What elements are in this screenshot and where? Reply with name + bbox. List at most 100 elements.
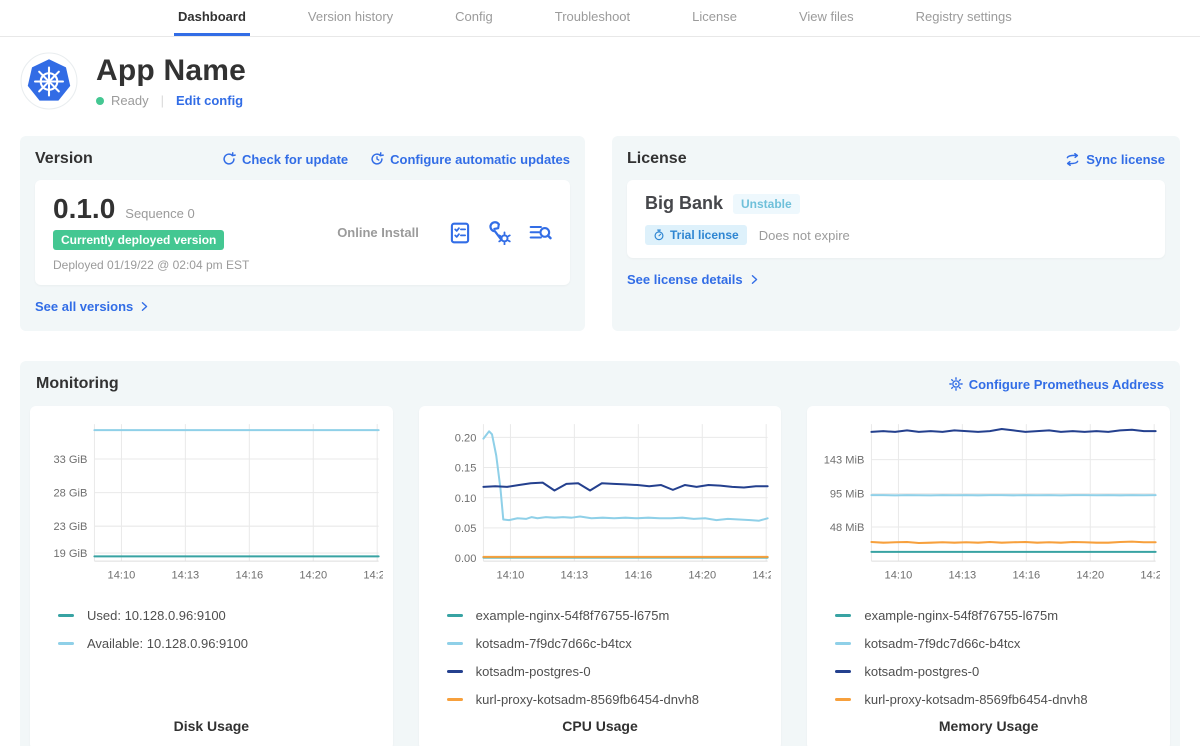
svg-text:14:23: 14:23 [363, 569, 382, 581]
legend-label: example-nginx-54f8f76755-l675m [476, 608, 670, 623]
tab-dashboard[interactable]: Dashboard [174, 0, 250, 36]
version-number: 0.1.0 [53, 193, 115, 225]
legend-item: kurl-proxy-kotsadm-8569fb6454-dnvh8 [835, 692, 1160, 707]
svg-text:0.20: 0.20 [454, 432, 476, 444]
legend-label: Used: 10.128.0.96:9100 [87, 608, 226, 623]
see-license-details-link[interactable]: See license details [627, 272, 760, 287]
legend-label: kotsadm-7f9dc7d66c-b4tcx [476, 636, 632, 651]
svg-text:14:10: 14:10 [496, 569, 524, 581]
svg-text:14:13: 14:13 [949, 569, 977, 581]
legend-label: kurl-proxy-kotsadm-8569fb6454-dnvh8 [864, 692, 1087, 707]
version-panel-title: Version [35, 150, 93, 168]
tab-view-files[interactable]: View files [795, 0, 858, 36]
check-for-update-link[interactable]: Check for update [222, 152, 348, 167]
svg-text:14:20: 14:20 [688, 569, 716, 581]
memory-usage-chart[interactable]: 14:1014:1314:1614:2014:2348 MiB95 MiB143… [817, 416, 1160, 585]
svg-text:0.10: 0.10 [454, 493, 476, 505]
config-wrench-gear-icon[interactable] [488, 221, 512, 245]
svg-text:14:16: 14:16 [1013, 569, 1041, 581]
license-panel-title: License [627, 150, 687, 168]
chevron-right-icon [749, 274, 760, 285]
cards-row: Version Check for update [20, 136, 1180, 331]
legend-item: kurl-proxy-kotsadm-8569fb6454-dnvh8 [447, 692, 772, 707]
svg-text:19 GiB: 19 GiB [54, 548, 88, 560]
legend-label: Available: 10.128.0.96:9100 [87, 636, 248, 651]
svg-text:14:16: 14:16 [624, 569, 652, 581]
trial-license-badge: Trial license [645, 225, 747, 245]
view-logs-icon[interactable] [528, 221, 552, 245]
legend-dash-icon [447, 614, 463, 617]
sync-license-link[interactable]: Sync license [1065, 152, 1165, 167]
tab-config[interactable]: Config [451, 0, 497, 36]
svg-text:14:13: 14:13 [172, 569, 200, 581]
configure-automatic-updates-link[interactable]: Configure automatic updates [370, 152, 570, 167]
license-panel: License Sync license Big Bank Unstable [612, 136, 1180, 331]
see-all-versions-link[interactable]: See all versions [35, 299, 150, 314]
version-panel: Version Check for update [20, 136, 585, 331]
svg-text:14:10: 14:10 [885, 569, 913, 581]
legend-dash-icon [835, 614, 851, 617]
charts-row: 14:1014:1314:1614:2014:2319 GiB23 GiB28 … [30, 406, 1170, 746]
clock-refresh-icon [370, 152, 384, 166]
legend-item: example-nginx-54f8f76755-l675m [447, 608, 772, 623]
disk-usage-card: 14:1014:1314:1614:2014:2319 GiB23 GiB28 … [30, 406, 393, 746]
chevron-right-icon [139, 301, 150, 312]
legend-item: Available: 10.128.0.96:9100 [58, 636, 383, 651]
legend-label: kotsadm-7f9dc7d66c-b4tcx [864, 636, 1020, 651]
channel-badge: Unstable [733, 194, 800, 214]
app-header-text: App Name Ready | Edit config [96, 54, 246, 108]
svg-text:143 MiB: 143 MiB [824, 455, 865, 467]
main-content: App Name Ready | Edit config Version [0, 52, 1200, 746]
legend-item: kotsadm-postgres-0 [447, 664, 772, 679]
refresh-icon [222, 152, 236, 166]
svg-text:14:20: 14:20 [299, 569, 327, 581]
sequence-label: Sequence 0 [125, 206, 194, 221]
chart-legend: example-nginx-54f8f76755-l675m kotsadm-7f… [817, 595, 1160, 707]
cpu-usage-chart[interactable]: 14:1014:1314:1614:2014:230.000.050.100.1… [429, 416, 772, 585]
disk-usage-chart[interactable]: 14:1014:1314:1614:2014:2319 GiB23 GiB28 … [40, 416, 383, 585]
legend-item: kotsadm-postgres-0 [835, 664, 1160, 679]
tab-license[interactable]: License [688, 0, 741, 36]
svg-text:0.15: 0.15 [454, 463, 476, 475]
app-title: App Name [96, 54, 246, 88]
chart-legend: Used: 10.128.0.96:9100 Available: 10.128.… [40, 595, 383, 651]
svg-text:14:20: 14:20 [1077, 569, 1105, 581]
legend-dash-icon [447, 698, 463, 701]
svg-text:0.00: 0.00 [454, 553, 476, 565]
legend-label: kotsadm-postgres-0 [864, 664, 979, 679]
svg-text:14:23: 14:23 [1141, 569, 1160, 581]
svg-text:0.05: 0.05 [454, 523, 476, 535]
legend-item: kotsadm-7f9dc7d66c-b4tcx [447, 636, 772, 651]
gear-icon [949, 377, 963, 391]
legend-item: kotsadm-7f9dc7d66c-b4tcx [835, 636, 1160, 651]
tab-troubleshoot[interactable]: Troubleshoot [551, 0, 634, 36]
preflight-checks-icon[interactable] [448, 221, 472, 245]
legend-label: kurl-proxy-kotsadm-8569fb6454-dnvh8 [476, 692, 699, 707]
stopwatch-icon [653, 229, 665, 241]
legend-label: kotsadm-postgres-0 [476, 664, 591, 679]
legend-dash-icon [835, 670, 851, 673]
license-detail-card: Big Bank Unstable Trial license Does not… [627, 180, 1165, 258]
license-expiry: Does not expire [759, 228, 850, 243]
configure-prometheus-link[interactable]: Configure Prometheus Address [949, 377, 1164, 392]
deployed-badge: Currently deployed version [53, 230, 224, 250]
legend-dash-icon [835, 642, 851, 645]
edit-config-link[interactable]: Edit config [176, 93, 243, 108]
deployed-timestamp: Deployed 01/19/22 @ 02:04 pm EST [53, 258, 308, 272]
svg-text:14:23: 14:23 [752, 569, 771, 581]
legend-dash-icon [58, 642, 74, 645]
top-nav: Dashboard Version history Config Troublesho… [0, 0, 1200, 37]
svg-text:14:10: 14:10 [108, 569, 136, 581]
legend-item: example-nginx-54f8f76755-l675m [835, 608, 1160, 623]
memory-usage-title: Memory Usage [817, 708, 1160, 738]
customer-name: Big Bank [645, 193, 723, 214]
tab-registry-settings[interactable]: Registry settings [912, 0, 1016, 36]
cpu-usage-title: CPU Usage [429, 708, 772, 738]
monitoring-title: Monitoring [36, 375, 119, 393]
monitoring-panel: Monitoring Configure Prometheus Address … [20, 361, 1180, 746]
status-ready-icon [96, 97, 104, 105]
disk-usage-title: Disk Usage [40, 708, 383, 738]
current-version-card: 0.1.0 Sequence 0 Currently deployed vers… [35, 180, 570, 285]
tab-version-history[interactable]: Version history [304, 0, 397, 36]
app-header: App Name Ready | Edit config [20, 52, 1180, 110]
